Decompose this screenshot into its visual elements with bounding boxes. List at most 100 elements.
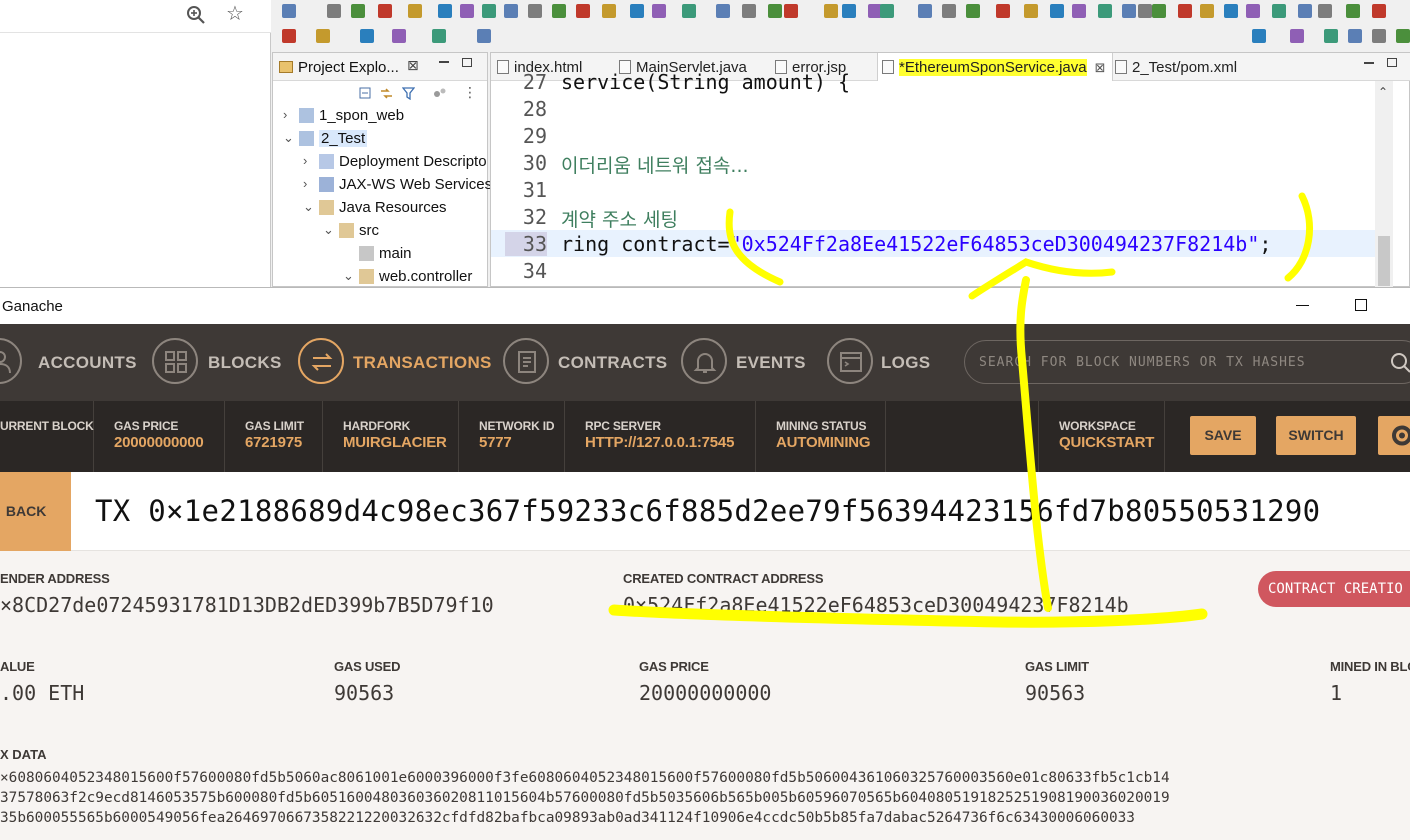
toolbar-tool-icon[interactable] xyxy=(768,4,782,18)
toolbar-tool-icon[interactable] xyxy=(477,29,491,43)
toolbar-tool-icon[interactable] xyxy=(630,4,644,18)
code-line[interactable]: 33 ring contract="0x524Ff2a8Ee41522eF6485… xyxy=(491,230,1391,257)
toolbar-tool-icon[interactable] xyxy=(432,29,446,43)
code-line[interactable]: 34 xyxy=(491,257,1391,284)
search-input[interactable] xyxy=(979,351,1379,373)
toolbar-tool-icon[interactable] xyxy=(1152,4,1166,18)
toolbar-tool-icon[interactable] xyxy=(316,29,330,43)
toolbar-tool-icon[interactable] xyxy=(1050,4,1064,18)
toolbar-tool-icon[interactable] xyxy=(742,4,756,18)
toolbar-tool-icon[interactable] xyxy=(1252,29,1266,43)
view-menu-icon[interactable]: ⋮ xyxy=(463,84,477,100)
toolbar-tool-icon[interactable] xyxy=(282,4,296,18)
expand-arrow-icon[interactable]: › xyxy=(303,153,307,168)
toolbar-tool-icon[interactable] xyxy=(1318,4,1332,18)
toolbar-tool-icon[interactable] xyxy=(482,4,496,18)
toolbar-tool-icon[interactable] xyxy=(652,4,666,18)
code-line[interactable]: 30 이더리움 네트워 접속... xyxy=(491,149,1391,177)
save-button[interactable]: SAVE xyxy=(1190,416,1256,455)
search-box[interactable] xyxy=(964,340,1410,384)
focus-icon[interactable] xyxy=(433,87,446,100)
code-line[interactable]: 28 xyxy=(491,95,1391,122)
tree-item[interactable]: › JAX-WS Web Services xyxy=(273,174,492,196)
scroll-up-icon[interactable]: ⌃ xyxy=(1378,85,1388,99)
filter-icon[interactable] xyxy=(402,87,415,100)
toolbar-tool-icon[interactable] xyxy=(1098,4,1112,18)
toolbar-tool-icon[interactable] xyxy=(1122,4,1136,18)
code-line[interactable]: 32 계약 주소 세팅 xyxy=(491,203,1391,231)
toolbar-tool-icon[interactable] xyxy=(576,4,590,18)
toolbar-tool-icon[interactable] xyxy=(1324,29,1338,43)
toolbar-tool-icon[interactable] xyxy=(1200,4,1214,18)
toolbar-tool-icon[interactable] xyxy=(504,4,518,18)
toolbar-tool-icon[interactable] xyxy=(1372,29,1386,43)
tree-item[interactable]: › 1_spon_web xyxy=(273,105,489,127)
toolbar-tool-icon[interactable] xyxy=(282,29,296,43)
link-with-editor-icon[interactable] xyxy=(380,87,393,100)
expand-arrow-icon[interactable]: ⌄ xyxy=(323,222,334,238)
toolbar-tool-icon[interactable] xyxy=(918,4,932,18)
code-line[interactable]: 29 xyxy=(491,122,1391,149)
maximize-icon[interactable] xyxy=(462,58,472,67)
settings-button[interactable] xyxy=(1378,416,1410,455)
toolbar-tool-icon[interactable] xyxy=(716,4,730,18)
toolbar-tool-icon[interactable] xyxy=(1138,4,1152,18)
close-icon[interactable]: ⊠ xyxy=(407,57,419,74)
minimize-icon[interactable] xyxy=(1296,305,1309,306)
expand-arrow-icon[interactable]: › xyxy=(283,107,287,122)
toolbar-tool-icon[interactable] xyxy=(1346,4,1360,18)
code-line[interactable]: 31 xyxy=(491,176,1391,203)
toolbar-tool-icon[interactable] xyxy=(552,4,566,18)
toolbar-tool-icon[interactable] xyxy=(942,4,956,18)
expand-arrow-icon[interactable]: ⌄ xyxy=(303,199,314,215)
toolbar-tool-icon[interactable] xyxy=(1224,4,1238,18)
toolbar-tool-icon[interactable] xyxy=(327,4,341,18)
maximize-icon[interactable] xyxy=(1387,58,1397,67)
scroll-thumb[interactable] xyxy=(1378,236,1390,286)
maximize-icon[interactable] xyxy=(1355,299,1367,311)
toolbar-tool-icon[interactable] xyxy=(1290,29,1304,43)
toolbar-tool-icon[interactable] xyxy=(784,4,798,18)
minimize-icon[interactable] xyxy=(439,61,449,63)
toolbar-tool-icon[interactable] xyxy=(1396,29,1410,43)
bookmark-star-icon[interactable]: ☆ xyxy=(226,4,244,24)
search-icon[interactable] xyxy=(1390,352,1410,374)
toolbar-tool-icon[interactable] xyxy=(966,4,980,18)
collapse-all-icon[interactable] xyxy=(359,87,372,100)
toolbar-tool-icon[interactable] xyxy=(1246,4,1260,18)
toolbar-tool-icon[interactable] xyxy=(1298,4,1312,18)
switch-button[interactable]: SWITCH xyxy=(1276,416,1356,455)
toolbar-tool-icon[interactable] xyxy=(996,4,1010,18)
toolbar-tool-icon[interactable] xyxy=(438,4,452,18)
code-area[interactable]: 27 service(String amount) {28 29 30 이더리움 네트워… xyxy=(491,70,1391,287)
toolbar-tool-icon[interactable] xyxy=(460,4,474,18)
expand-arrow-icon[interactable]: › xyxy=(303,176,307,191)
toolbar-tool-icon[interactable] xyxy=(392,29,406,43)
toolbar-tool-icon[interactable] xyxy=(351,4,365,18)
editor-scrollbar[interactable]: ⌃ xyxy=(1375,81,1393,287)
toolbar-tool-icon[interactable] xyxy=(1272,4,1286,18)
toolbar-tool-icon[interactable] xyxy=(528,4,542,18)
expand-arrow-icon[interactable]: ⌄ xyxy=(343,268,354,284)
toolbar-tool-icon[interactable] xyxy=(602,4,616,18)
tree-item[interactable]: main xyxy=(273,243,489,265)
tree-item[interactable]: ⌄ Java Resources xyxy=(273,197,489,219)
toolbar-tool-icon[interactable] xyxy=(682,4,696,18)
toolbar-tool-icon[interactable] xyxy=(824,4,838,18)
toolbar-tool-icon[interactable] xyxy=(408,4,422,18)
toolbar-tool-icon[interactable] xyxy=(360,29,374,43)
zoom-in-icon[interactable] xyxy=(186,5,206,25)
project-explorer-title[interactable]: Project Explo... xyxy=(298,59,399,76)
tree-item[interactable]: ⌄ src xyxy=(273,220,489,242)
toolbar-tool-icon[interactable] xyxy=(880,4,894,18)
toolbar-tool-icon[interactable] xyxy=(1178,4,1192,18)
toolbar-tool-icon[interactable] xyxy=(1024,4,1038,18)
tree-item[interactable]: ⌄ web.controller xyxy=(273,266,489,287)
toolbar-tool-icon[interactable] xyxy=(1348,29,1362,43)
toolbar-tool-icon[interactable] xyxy=(842,4,856,18)
minimize-icon[interactable] xyxy=(1364,62,1374,64)
expand-arrow-icon[interactable]: ⌄ xyxy=(283,130,294,146)
toolbar-tool-icon[interactable] xyxy=(1372,4,1386,18)
tree-item[interactable]: ⌄ 2_Test xyxy=(273,128,489,150)
code-line[interactable]: 27 service(String amount) { xyxy=(491,68,1391,95)
